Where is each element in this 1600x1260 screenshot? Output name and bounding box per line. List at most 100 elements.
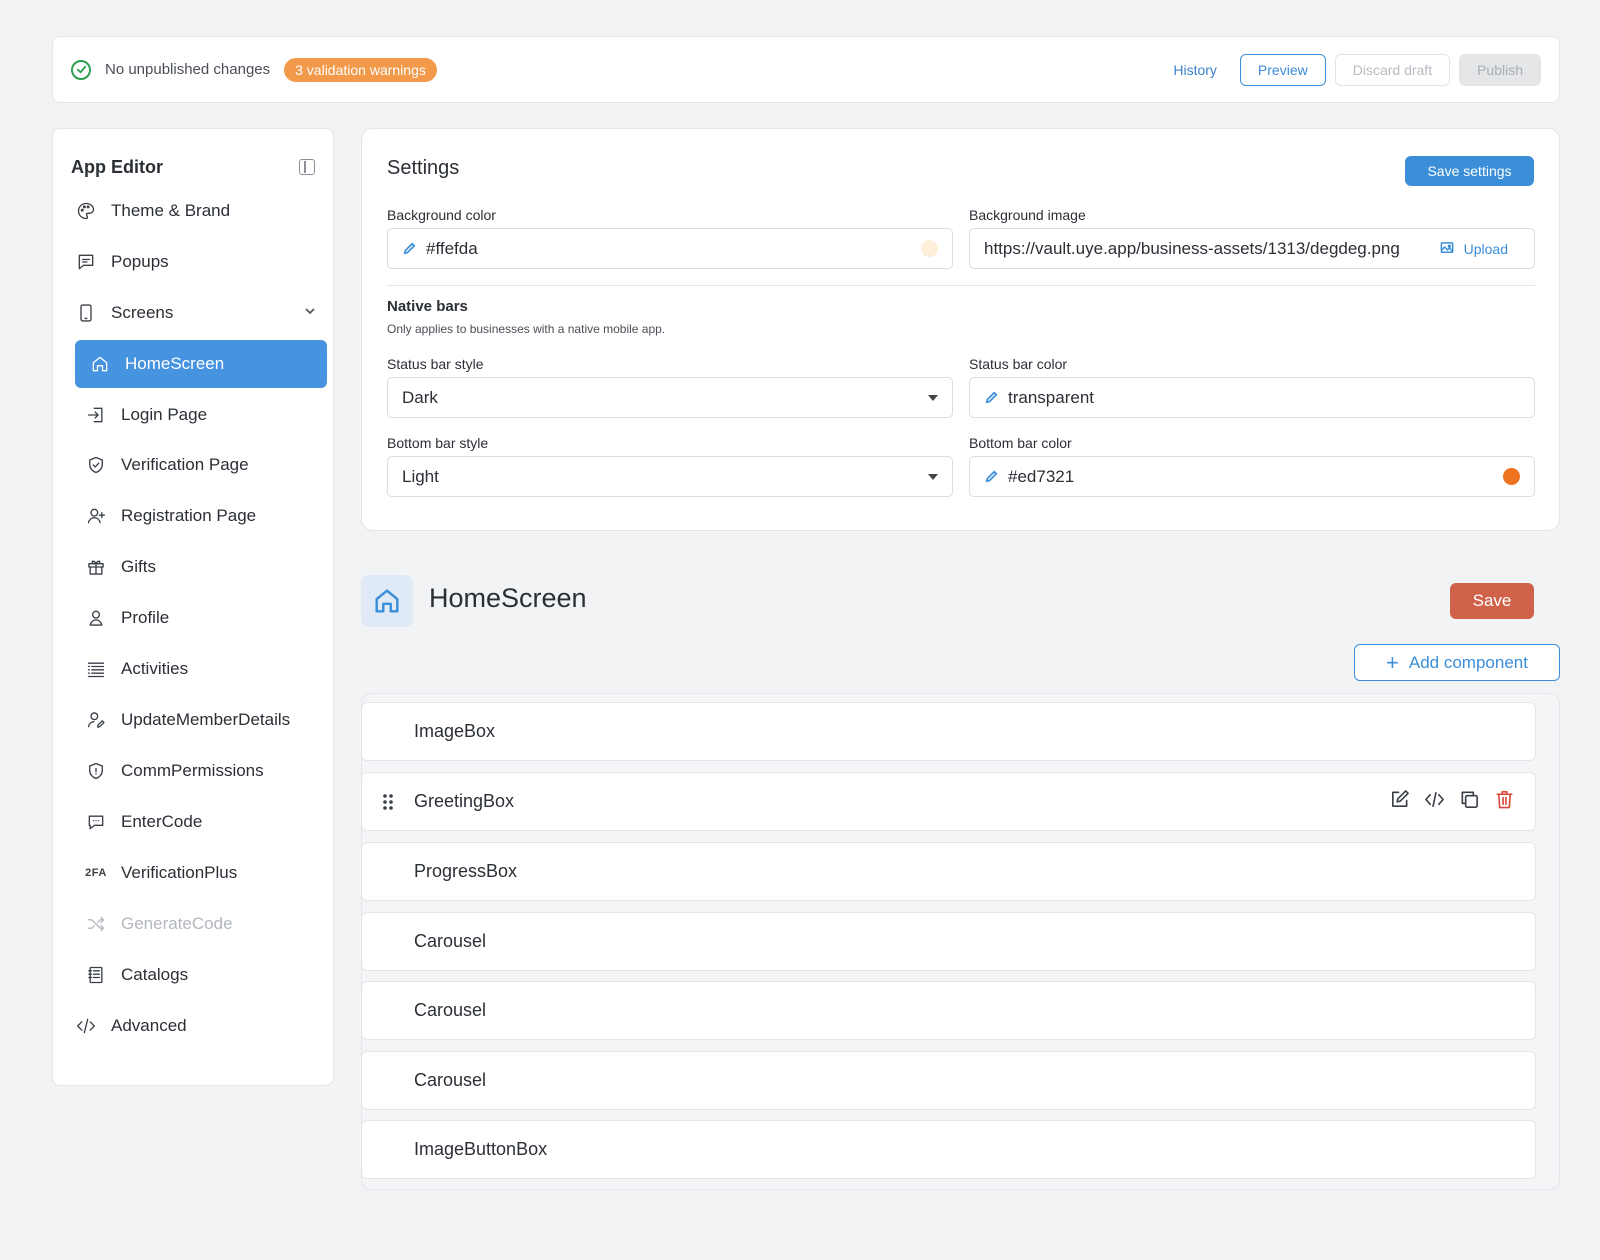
delete-icon[interactable] — [1494, 789, 1515, 815]
component-row[interactable]: ImageBox — [361, 702, 1536, 761]
2fa-icon-text: 2FA — [85, 867, 107, 879]
sidebar-item-label: VerificationPlus — [121, 863, 238, 882]
sidebar-item-label: Advanced — [111, 1016, 187, 1035]
background-image-field[interactable]: https://vault.uye.app/business-assets/13… — [969, 228, 1535, 269]
component-name: ImageButtonBox — [414, 1139, 548, 1159]
component-row[interactable]: Carousel — [361, 981, 1536, 1040]
background-color-field[interactable]: #ffefda — [387, 228, 953, 269]
component-name: ProgressBox — [414, 861, 518, 881]
sidebar-item-registration-page[interactable]: Registration Page — [75, 492, 327, 540]
history-button[interactable]: History — [1159, 62, 1231, 78]
sidebar-item-label: Login Page — [121, 405, 208, 424]
user-plus-icon — [85, 505, 107, 527]
background-color-value: #ffefda — [426, 238, 478, 258]
component-row[interactable]: Carousel — [361, 1051, 1536, 1110]
add-component-button[interactable]: + Add component — [1354, 644, 1560, 681]
component-row[interactable]: ImageButtonBox — [361, 1120, 1536, 1179]
collapse-sidebar-icon[interactable] — [299, 159, 315, 175]
sidebar-item-label: UpdateMemberDetails — [121, 710, 291, 729]
component-name: Carousel — [414, 1000, 487, 1020]
sidebar-item-profile[interactable]: Profile — [75, 594, 327, 642]
sidebar-item-login-page[interactable]: Login Page — [75, 391, 327, 439]
component-row[interactable]: ProgressBox — [361, 842, 1536, 901]
bottom-bar-style-select[interactable]: Light — [387, 456, 953, 497]
sidebar-item-generatecode[interactable]: GenerateCode — [75, 900, 327, 948]
native-bars-title: Native bars — [387, 298, 468, 315]
upload-button[interactable]: Upload — [1440, 241, 1508, 257]
shuffle-icon — [85, 913, 107, 935]
component-row[interactable]: GreetingBox — [361, 772, 1536, 831]
sidebar-item-label: Gifts — [121, 557, 156, 576]
sidebar-item-activities[interactable]: Activities — [75, 645, 327, 693]
sidebar-item-homescreen[interactable]: HomeScreen — [75, 340, 327, 388]
bottom-bar-color-swatch[interactable] — [1503, 468, 1520, 485]
login-icon — [85, 404, 107, 426]
code-icon — [75, 1015, 97, 1037]
sidebar-item-label: EnterCode — [121, 812, 203, 831]
settings-card: Settings Save settings Background color … — [361, 128, 1560, 531]
add-component-label: Add component — [1408, 652, 1528, 672]
sidebar-item-catalogs[interactable]: Catalogs — [75, 951, 327, 999]
settings-title: Settings — [387, 157, 460, 179]
background-color-swatch[interactable] — [921, 240, 938, 257]
status-bar-color-value: transparent — [1008, 387, 1094, 407]
list-icon — [85, 658, 107, 680]
edit-icon[interactable] — [1389, 789, 1410, 815]
status-bar-color-label: Status bar color — [969, 356, 1068, 372]
duplicate-icon[interactable] — [1459, 789, 1480, 815]
validation-warnings-badge[interactable]: 3 validation warnings — [284, 57, 437, 82]
bottom-bar-style-value: Light — [402, 466, 439, 486]
bottom-bar-color-label: Bottom bar color — [969, 435, 1072, 451]
message-square-icon — [75, 251, 97, 273]
save-screen-button[interactable]: Save — [1450, 583, 1534, 619]
sidebar-item-updatememberdetails[interactable]: UpdateMemberDetails — [75, 696, 327, 744]
sidebar-item-label: CommPermissions — [121, 761, 264, 780]
smartphone-icon — [75, 302, 97, 324]
preview-button[interactable]: Preview — [1239, 53, 1326, 86]
sidebar-item-label: Theme & Brand — [111, 201, 231, 220]
status-bar-style-value: Dark — [402, 387, 438, 407]
sidebar-item-commpermissions[interactable]: CommPermissions — [75, 747, 327, 795]
sidebar-item-label: Screens — [111, 303, 174, 322]
home-icon — [89, 353, 111, 375]
status-text: No unpublished changes — [105, 61, 271, 78]
sidebar-item-label: Popups — [111, 252, 169, 271]
user-edit-icon — [85, 709, 107, 731]
sidebar-item-label: Profile — [121, 608, 170, 627]
component-name: Carousel — [414, 1070, 487, 1090]
plus-icon: + — [1386, 649, 1399, 675]
native-bars-subtitle: Only applies to businesses with a native… — [387, 322, 666, 336]
sidebar-item-theme-brand[interactable]: Theme & Brand — [75, 187, 323, 235]
publish-button[interactable]: Publish — [1459, 53, 1541, 86]
drag-handle-icon[interactable] — [362, 793, 414, 811]
sidebar-item-screens[interactable]: Screens — [75, 289, 323, 337]
gift-icon — [85, 556, 107, 578]
sidebar-title: App Editor — [71, 156, 163, 177]
background-color-label: Background color — [387, 207, 496, 223]
sidebar-item-entercode[interactable]: EnterCode — [75, 798, 327, 846]
settings-divider — [387, 285, 1535, 286]
save-settings-button[interactable]: Save settings — [1405, 156, 1534, 186]
sidebar-item-verification-page[interactable]: Verification Page — [75, 441, 327, 489]
component-name: Carousel — [414, 931, 487, 951]
status-bar-color-field[interactable]: transparent — [969, 377, 1535, 418]
sidebar-item-label: Registration Page — [121, 506, 257, 525]
bottom-bar-color-field[interactable]: #ed7321 — [969, 456, 1535, 497]
app-editor-sidebar: App Editor Theme & Brand Popups Screens … — [52, 128, 334, 1086]
sidebar-item-advanced[interactable]: Advanced — [75, 1002, 323, 1050]
status-bar-style-select[interactable]: Dark — [387, 377, 953, 418]
sidebar-item-gifts[interactable]: Gifts — [75, 543, 327, 591]
discard-draft-button[interactable]: Discard draft — [1334, 53, 1451, 86]
sidebar-item-label: GenerateCode — [121, 914, 233, 933]
pencil-icon — [402, 241, 418, 257]
user-icon — [85, 607, 107, 629]
code-icon[interactable] — [1424, 789, 1445, 815]
component-row[interactable]: Carousel — [361, 912, 1536, 971]
sidebar-item-verificationplus[interactable]: 2FA VerificationPlus — [75, 849, 327, 897]
upload-label: Upload — [1463, 240, 1508, 257]
sidebar-item-popups[interactable]: Popups — [75, 238, 323, 286]
sidebar-header: App Editor — [53, 129, 333, 187]
pencil-icon — [984, 469, 1000, 485]
shield-check-icon — [85, 454, 107, 476]
image-upload-icon — [1440, 242, 1454, 253]
